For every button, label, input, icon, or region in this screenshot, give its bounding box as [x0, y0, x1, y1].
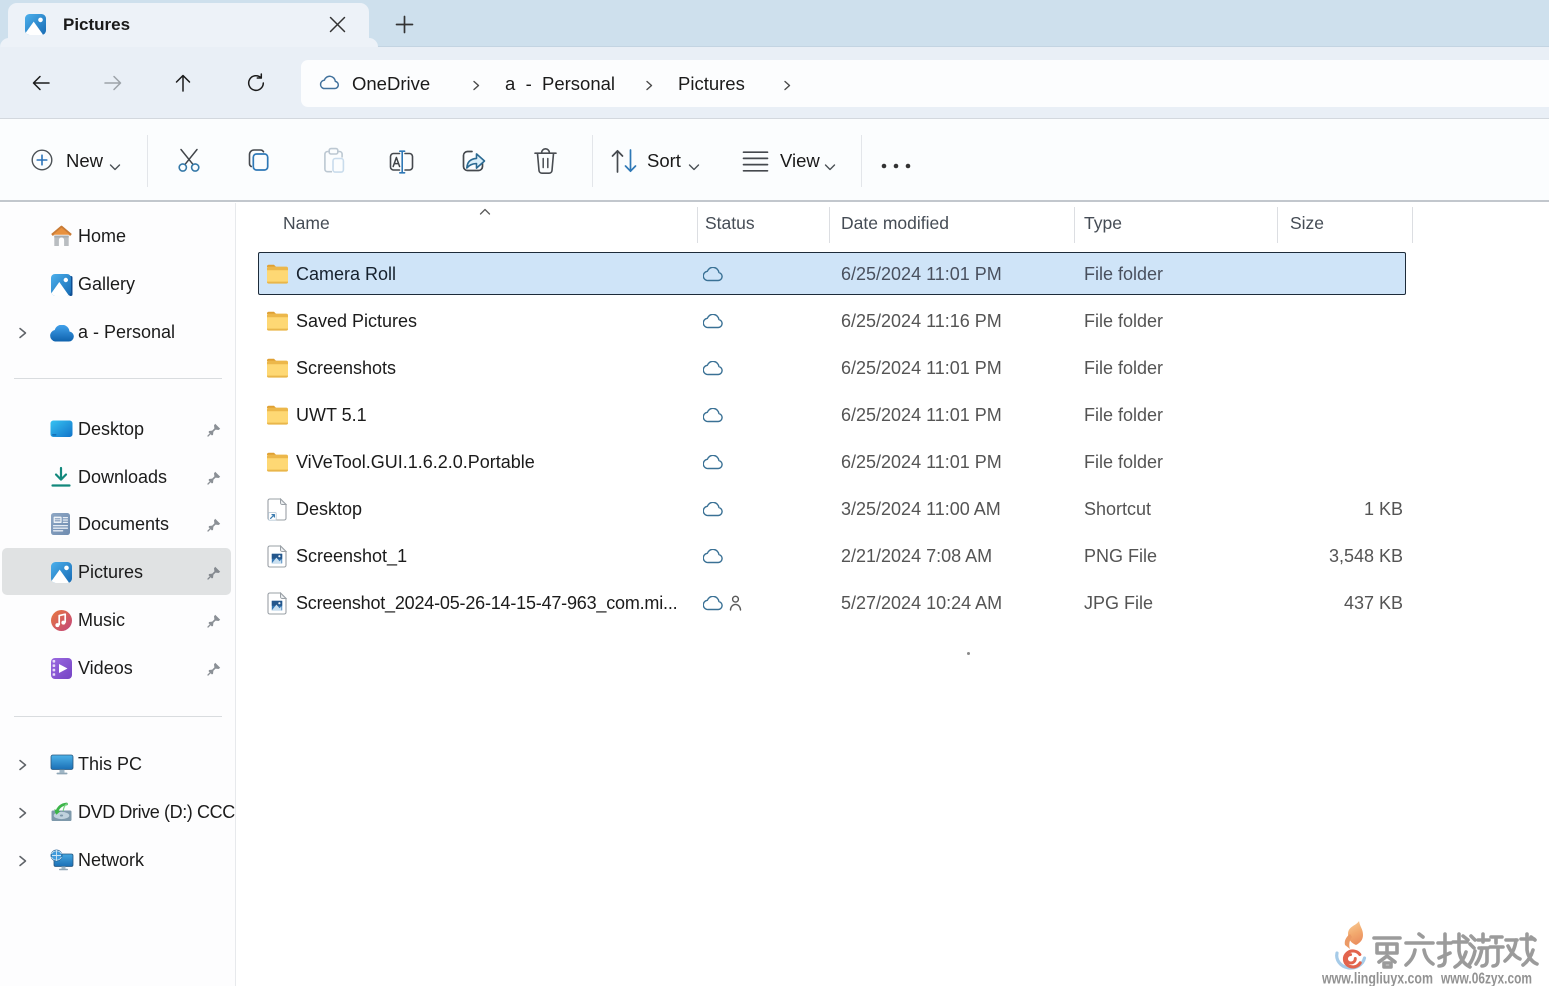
svg-text:www.06zyx.com: www.06zyx.com — [1440, 971, 1532, 987]
svg-text:www.lingliuyx.com: www.lingliuyx.com — [1321, 971, 1433, 987]
